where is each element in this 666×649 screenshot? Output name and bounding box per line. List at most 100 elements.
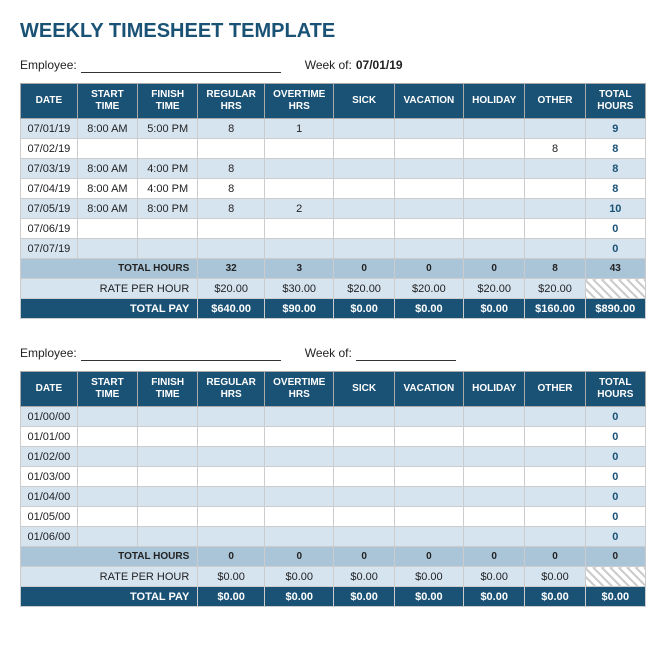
th-hol-1: HOLIDAY — [464, 84, 525, 119]
rate-other-2: $0.00 — [525, 567, 585, 587]
total-total-1: 43 — [585, 259, 645, 279]
th-date-1: DATE — [21, 84, 78, 119]
th-start-1: START TIME — [77, 84, 137, 119]
th-vac-1: VACATION — [394, 84, 463, 119]
th-finish-2: FINISH TIME — [138, 372, 198, 407]
th-ot-1: OVERTIME HRS — [265, 84, 334, 119]
employee-label-1: Employee: — [20, 58, 77, 72]
total-hours-label-2: TOTAL HOURS — [21, 547, 198, 567]
rate-label-1: RATE PER HOUR — [21, 279, 198, 299]
pay-hol-2: $0.00 — [464, 587, 525, 607]
rate-row-1: RATE PER HOUR $20.00 $30.00 $20.00 $20.0… — [21, 279, 646, 299]
section1: Employee: Week of: 07/01/19 DATE START T… — [20, 57, 646, 319]
rate-sick-2: $0.00 — [334, 567, 394, 587]
table-row: 01/03/000 — [21, 467, 646, 487]
section2: Employee: Week of: DATE START TIME FINIS… — [20, 345, 646, 607]
table-row: 07/03/198:00 AM4:00 PM88 — [21, 159, 646, 179]
total-pay-row-1: TOTAL PAY $640.00 $90.00 $0.00 $0.00 $0.… — [21, 299, 646, 319]
total-reg-1: 32 — [198, 259, 265, 279]
table-row: 01/02/000 — [21, 447, 646, 467]
total-sick-1: 0 — [334, 259, 394, 279]
rate-other-1: $20.00 — [525, 279, 585, 299]
rate-vac-2: $0.00 — [394, 567, 463, 587]
rate-hol-1: $20.00 — [464, 279, 525, 299]
total-other-2: 0 — [525, 547, 585, 567]
total-reg-2: 0 — [198, 547, 265, 567]
total-hours-label-1: TOTAL HOURS — [21, 259, 198, 279]
pay-hol-1: $0.00 — [464, 299, 525, 319]
employee-field-1[interactable] — [81, 57, 281, 73]
rate-ot-2: $0.00 — [265, 567, 334, 587]
th-vac-2: VACATION — [394, 372, 463, 407]
table-row: 01/04/000 — [21, 487, 646, 507]
th-total-2: TOTAL HOURS — [585, 372, 645, 407]
table-row: 07/07/190 — [21, 239, 646, 259]
total-ot-2: 0 — [265, 547, 334, 567]
th-other-1: OTHER — [525, 84, 585, 119]
pay-other-2: $0.00 — [525, 587, 585, 607]
th-finish-1: FINISH TIME — [138, 84, 198, 119]
th-other-2: OTHER — [525, 372, 585, 407]
th-start-2: START TIME — [77, 372, 137, 407]
week-label-2: Week of: — [305, 346, 352, 360]
total-hol-2: 0 — [464, 547, 525, 567]
employee-row-2: Employee: Week of: — [20, 345, 646, 361]
th-date-2: DATE — [21, 372, 78, 407]
pay-vac-2: $0.00 — [394, 587, 463, 607]
th-reg-2: REGULAR HRS — [198, 372, 265, 407]
rate-row-2: RATE PER HOUR $0.00 $0.00 $0.00 $0.00 $0… — [21, 567, 646, 587]
table-row: 07/04/198:00 AM4:00 PM88 — [21, 179, 646, 199]
total-sick-2: 0 — [334, 547, 394, 567]
table-row: 07/05/198:00 AM8:00 PM8210 — [21, 199, 646, 219]
pay-reg-1: $640.00 — [198, 299, 265, 319]
table-row: 07/02/1988 — [21, 139, 646, 159]
week-label-1: Week of: — [305, 58, 352, 72]
total-vac-1: 0 — [394, 259, 463, 279]
pay-total-2: $0.00 — [585, 587, 645, 607]
table-row: 01/06/000 — [21, 527, 646, 547]
pay-sick-2: $0.00 — [334, 587, 394, 607]
rate-label-2: RATE PER HOUR — [21, 567, 198, 587]
pay-vac-1: $0.00 — [394, 299, 463, 319]
th-total-1: TOTAL HOURS — [585, 84, 645, 119]
rate-reg-2: $0.00 — [198, 567, 265, 587]
pay-sick-1: $0.00 — [334, 299, 394, 319]
total-ot-1: 3 — [265, 259, 334, 279]
th-ot-2: OVERTIME HRS — [265, 372, 334, 407]
table-row: 01/00/000 — [21, 407, 646, 427]
week-value-1: 07/01/19 — [356, 58, 403, 72]
timesheet-table-2: DATE START TIME FINISH TIME REGULAR HRS … — [20, 371, 646, 607]
header-row-1: DATE START TIME FINISH TIME REGULAR HRS … — [21, 84, 646, 119]
rate-ot-1: $30.00 — [265, 279, 334, 299]
total-other-1: 8 — [525, 259, 585, 279]
th-sick-1: SICK — [334, 84, 394, 119]
rate-total-hatch-2 — [585, 567, 645, 587]
pay-ot-2: $0.00 — [265, 587, 334, 607]
th-hol-2: HOLIDAY — [464, 372, 525, 407]
rate-vac-1: $20.00 — [394, 279, 463, 299]
rate-reg-1: $20.00 — [198, 279, 265, 299]
rate-hol-2: $0.00 — [464, 567, 525, 587]
employee-label-2: Employee: — [20, 346, 77, 360]
total-pay-label-1: TOTAL PAY — [21, 299, 198, 319]
table-row: 07/06/190 — [21, 219, 646, 239]
total-total-2: 0 — [585, 547, 645, 567]
total-pay-row-2: TOTAL PAY $0.00 $0.00 $0.00 $0.00 $0.00 … — [21, 587, 646, 607]
table-row: 01/05/000 — [21, 507, 646, 527]
th-reg-1: REGULAR HRS — [198, 84, 265, 119]
page-title: WEEKLY TIMESHEET TEMPLATE — [20, 20, 646, 43]
timesheet-table-1: DATE START TIME FINISH TIME REGULAR HRS … — [20, 83, 646, 319]
week-field-2[interactable] — [356, 345, 456, 361]
total-vac-2: 0 — [394, 547, 463, 567]
total-hours-row-2: TOTAL HOURS 0 0 0 0 0 0 0 — [21, 547, 646, 567]
pay-total-1: $890.00 — [585, 299, 645, 319]
pay-reg-2: $0.00 — [198, 587, 265, 607]
th-sick-2: SICK — [334, 372, 394, 407]
rate-total-hatch-1 — [585, 279, 645, 299]
table-row: 01/01/000 — [21, 427, 646, 447]
total-hours-row-1: TOTAL HOURS 32 3 0 0 0 8 43 — [21, 259, 646, 279]
employee-field-2[interactable] — [81, 345, 281, 361]
employee-row-1: Employee: Week of: 07/01/19 — [20, 57, 646, 73]
pay-other-1: $160.00 — [525, 299, 585, 319]
header-row-2: DATE START TIME FINISH TIME REGULAR HRS … — [21, 372, 646, 407]
